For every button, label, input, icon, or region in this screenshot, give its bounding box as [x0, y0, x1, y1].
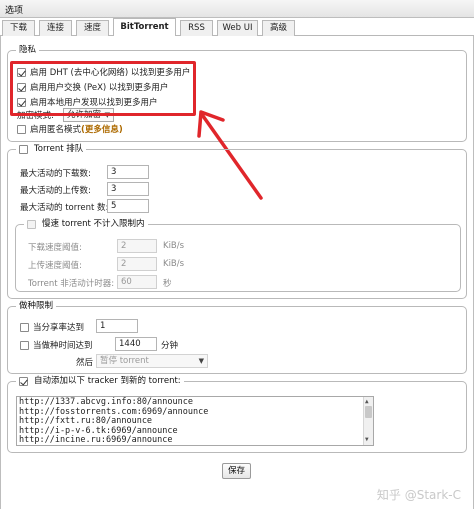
pex-label: 启用用户交换 (PeX) 以找到更多用户 [30, 83, 169, 93]
max-uploads-label: 最大活动的上传数: [20, 186, 91, 196]
inactivity-timer-input[interactable]: 60 [117, 275, 157, 289]
slow-legend-text: 慢速 torrent 不计入限制内 [42, 219, 145, 229]
ul-threshold-unit: KiB/s [163, 259, 185, 269]
dht-option[interactable]: 启用 DHT (去中心化网络) 以找到更多用户 [17, 66, 190, 78]
scroll-down-icon[interactable]: ▼ [365, 435, 369, 445]
trackers-textarea[interactable]: http://1337.abcvg.info:80/announce http:… [16, 396, 374, 446]
seed-time-input[interactable]: 1440 [115, 337, 157, 351]
dht-label: 启用 DHT (去中心化网络) 以找到更多用户 [30, 68, 191, 78]
tab-bar: 下载 连接 速度 BitTorrent RSS Web UI 高级 [0, 18, 474, 37]
trackers-checkbox[interactable] [19, 377, 28, 386]
slow-checkbox[interactable] [27, 220, 36, 229]
queue-legend: Torrent 排队 [16, 144, 87, 155]
seed-time-checkbox[interactable] [20, 340, 29, 350]
anonymous-option[interactable]: 启用匿名模式 (更多信息) [17, 123, 123, 135]
tab-bittorrent[interactable]: BitTorrent [113, 18, 176, 37]
more-info-link[interactable]: (更多信息) [81, 123, 123, 135]
watermark: 知乎 @Stark-C [376, 488, 461, 502]
seeding-legend: 做种限制 [16, 301, 57, 312]
ratio-checkbox[interactable] [20, 322, 29, 332]
max-torrents-input[interactable]: 5 [107, 199, 149, 213]
ratio-input[interactable]: 1 [96, 319, 138, 333]
lsd-label: 启用本地用户发现以找到更多用户 [30, 98, 158, 108]
ul-threshold-input[interactable]: 2 [117, 257, 157, 271]
pex-option[interactable]: 启用用户交换 (PeX) 以找到更多用户 [17, 81, 168, 93]
privacy-legend: 隐私 [16, 45, 40, 56]
trackers-scrollbar[interactable]: ▲ ▼ [363, 397, 373, 445]
queue-checkbox[interactable] [19, 145, 28, 154]
window-titlebar: 选项 [0, 0, 474, 18]
chevron-down-icon: ▼ [198, 357, 204, 365]
tab-downloads[interactable]: 下载 [2, 20, 35, 36]
settings-panel: 隐私 启用 DHT (去中心化网络) 以找到更多用户 启用用户交换 (PeX) … [0, 36, 474, 509]
dl-threshold-label: 下载速度阈值: [28, 243, 82, 253]
seed-time-option[interactable]: 当做种时间达到 [20, 339, 93, 351]
trackers-legend-text: 自动添加以下 tracker 到新的 torrent: [34, 376, 181, 386]
tab-connection[interactable]: 连接 [39, 20, 72, 36]
anonymous-label: 启用匿名模式 [30, 125, 82, 135]
ratio-option[interactable]: 当分享率达到 [20, 321, 84, 333]
save-button[interactable]: 保存 [222, 463, 251, 479]
slow-legend: 慢速 torrent 不计入限制内 [24, 219, 148, 230]
encryption-value: 允许加密 [67, 110, 102, 120]
seed-time-unit: 分钟 [161, 341, 179, 351]
max-downloads-input[interactable]: 3 [107, 165, 149, 179]
trackers-legend: 自动添加以下 tracker 到新的 torrent: [16, 376, 184, 387]
seed-time-label: 当做种时间达到 [33, 341, 93, 351]
inactivity-timer-unit: 秒 [163, 279, 172, 289]
scroll-thumb[interactable] [365, 406, 372, 418]
tab-advanced[interactable]: 高级 [262, 20, 295, 36]
seeding-action-value: 暂停 torrent [100, 356, 149, 366]
dl-threshold-unit: KiB/s [163, 241, 185, 251]
seeding-action-select[interactable]: 暂停 torrent ▼ [96, 354, 208, 368]
encryption-label: 加密模式: [17, 111, 54, 121]
queue-legend-text: Torrent 排队 [34, 144, 84, 154]
lsd-checkbox[interactable] [17, 97, 26, 107]
max-torrents-label: 最大活动的 torrent 数: [20, 203, 109, 213]
tab-rss[interactable]: RSS [180, 20, 213, 36]
anonymous-checkbox[interactable] [17, 124, 26, 134]
tab-speed[interactable]: 速度 [76, 20, 109, 36]
max-uploads-input[interactable]: 3 [107, 182, 149, 196]
chevron-down-icon: ▼ [104, 111, 110, 119]
window-title: 选项 [5, 6, 24, 16]
encryption-select[interactable]: 允许加密 ▼ [63, 108, 114, 122]
dl-threshold-input[interactable]: 2 [117, 239, 157, 253]
dht-checkbox[interactable] [17, 67, 26, 77]
ul-threshold-label: 上传速度阈值: [28, 261, 82, 271]
inactivity-timer-label: Torrent 非活动计时器: [28, 279, 115, 289]
pex-checkbox[interactable] [17, 82, 26, 92]
tab-webui[interactable]: Web UI [217, 20, 258, 36]
lsd-option[interactable]: 启用本地用户发现以找到更多用户 [17, 96, 158, 108]
then-label: 然后 [76, 358, 94, 368]
max-downloads-label: 最大活动的下载数: [20, 169, 91, 179]
ratio-label: 当分享率达到 [33, 323, 85, 333]
tracker-line: http://incine.ru:6969/announce [19, 435, 173, 446]
